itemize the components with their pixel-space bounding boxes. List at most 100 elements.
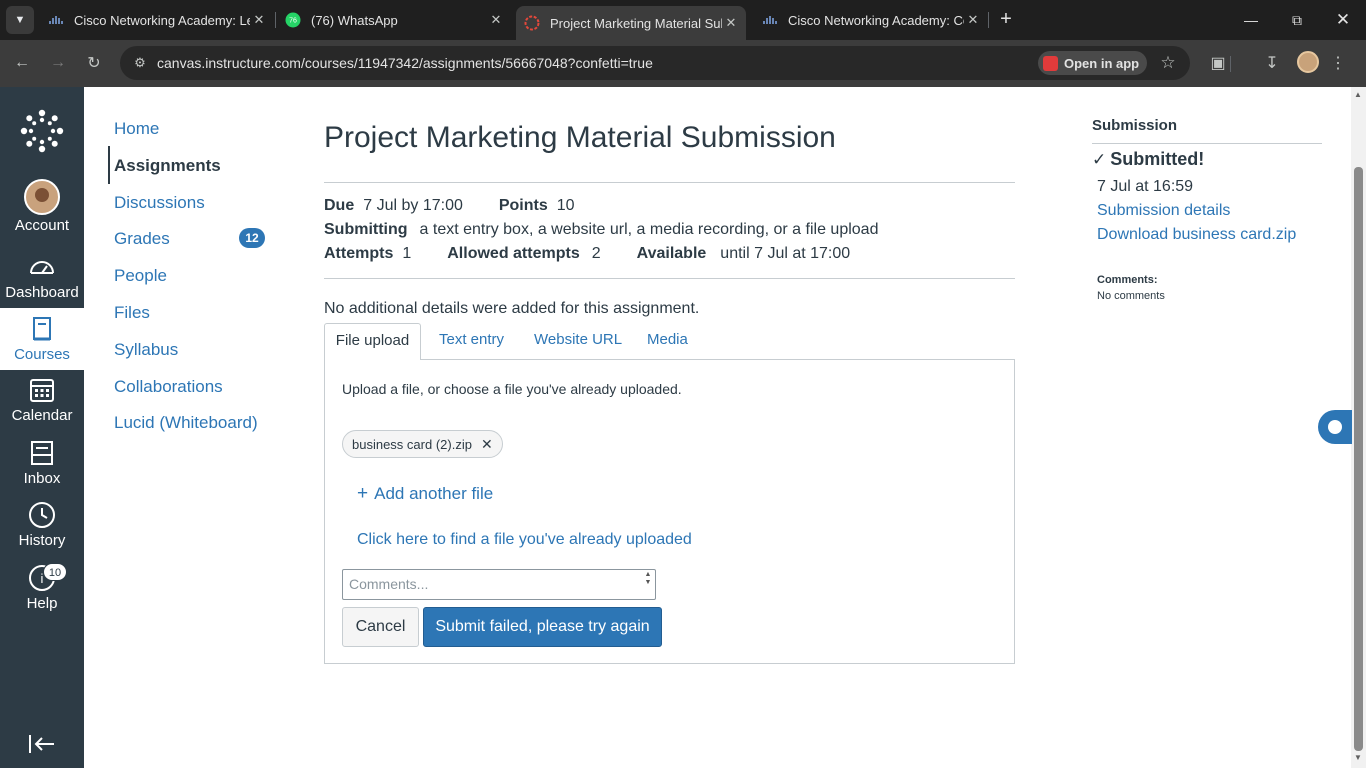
assignment-content: Project Marketing Material Submission Du… [324,87,1015,768]
site-info-icon[interactable]: ⚙ [130,53,150,73]
bookmark-star-icon[interactable]: ☆ [1156,51,1180,75]
browser-tab-cisco-1[interactable]: Cisco Networking Academy: Learn ✕ [48,0,268,40]
tab-divider [988,12,989,28]
download-file-link[interactable]: Download business card.zip [1097,226,1296,244]
inbox-icon [31,441,53,465]
tab-title: Cisco Networking Academy: Course [788,12,964,28]
global-nav-help[interactable]: i 10 Help [0,563,84,625]
new-tab-plus-icon[interactable]: + [994,8,1018,32]
comments-field[interactable] [342,569,656,600]
due-label: Due [324,197,355,214]
svg-text:76: 76 [289,18,297,25]
canvas-icon [524,15,540,31]
grades-badge: 12 [239,228,265,248]
page-title: Project Marketing Material Submission [324,121,836,154]
tab-title: Cisco Networking Academy: Learn [74,12,250,28]
collapse-nav-icon[interactable] [28,733,56,755]
assignment-meta-row-3: Attempts 1 Allowed attempts 2 Available … [324,243,886,265]
global-nav-inbox[interactable]: Inbox [0,438,84,500]
tab-close-icon[interactable]: ✕ [250,12,268,28]
submitting-label: Submitting [324,221,408,238]
global-nav-label: History [18,532,66,549]
global-nav-history[interactable]: History [0,500,84,562]
tab-media[interactable]: Media [647,323,688,360]
tab-website-url[interactable]: Website URL [534,323,622,360]
course-nav-files[interactable]: Files [114,303,150,323]
open-in-app-button[interactable]: Open in app [1038,51,1148,75]
chat-bubble-icon [1328,420,1342,434]
points-label: Points [498,197,548,214]
restore-icon[interactable]: ⧉ [1274,0,1320,40]
cancel-button[interactable]: Cancel [342,607,419,647]
minimize-icon[interactable]: — [1228,0,1274,40]
attached-file: business card (2).zip ✕ [342,430,503,458]
global-nav-calendar[interactable]: Calendar [0,375,84,437]
add-another-file-link[interactable]: + Add another file [357,483,493,505]
browser-tab-cisco-2[interactable]: Cisco Networking Academy: Course ✕ [762,0,982,40]
browser-tabstrip: ▼ Cisco Networking Academy: Learn ✕ 76 (… [0,0,1366,40]
tab-title: (76) WhatsApp [311,12,398,28]
course-nav-grades[interactable]: Grades [114,229,170,249]
remove-file-icon[interactable]: ✕ [481,436,493,453]
submission-time: 7 Jul at 16:59 [1097,178,1194,195]
calendar-icon [30,379,54,402]
address-bar[interactable]: ⚙ canvas.instructure.com/courses/1194734… [120,46,1190,80]
submission-status-text: Submitted! [1110,149,1205,169]
assignment-meta-row-2: Submitting a text entry box, a website u… [324,219,914,241]
canvas-logo-icon[interactable] [20,109,64,153]
history-icon [29,502,55,528]
forward-arrow-icon[interactable]: → [44,49,72,77]
course-nav-home[interactable]: Home [114,119,159,139]
tab-file-upload[interactable]: File upload [324,323,421,360]
tab-close-icon[interactable]: ✕ [964,12,982,28]
comments-value: No comments [1097,290,1165,302]
open-in-app-label: Open in app [1064,55,1140,71]
courses-icon [33,317,51,341]
submission-details-link[interactable]: Submission details [1097,202,1230,220]
global-nav-label: Courses [14,346,70,363]
available-value: until 7 Jul at 17:00 [720,245,851,262]
scroll-up-icon[interactable]: ▲ [1354,90,1362,99]
url-text[interactable]: canvas.instructure.com/courses/11947342/… [157,55,653,71]
browser-toolbar: ← → ↻ ⚙ canvas.instructure.com/courses/1… [0,40,1366,87]
allowed-attempts-value: 2 [591,245,601,262]
browser-tab-whatsapp[interactable]: 76 (76) WhatsApp ✕ [285,0,505,40]
floating-chat-button[interactable] [1318,410,1352,444]
cisco-icon [763,16,777,24]
submit-button[interactable]: Submit failed, please try again [423,607,662,647]
tab-text-entry[interactable]: Text entry [439,323,504,360]
course-navigation: Home Assignments Discussions Grades 12 P… [84,87,294,768]
check-icon: ✓ [1092,149,1107,169]
global-nav-account[interactable]: Account [0,179,84,241]
add-another-file-label: Add another file [374,484,494,503]
assignment-meta-row-1: Due 7 Jul by 17:00 Points 10 [324,195,611,217]
browser-menu-icon[interactable]: ⋮ [1324,49,1352,77]
global-nav-label: Calendar [11,407,73,424]
reload-icon[interactable]: ↻ [80,49,108,77]
global-nav-dashboard[interactable]: Dashboard [0,252,84,314]
find-uploaded-file-link[interactable]: Click here to find a file you've already… [357,531,692,549]
tab-title: Project Marketing Material Submission [550,15,722,31]
tab-search-chevron-icon[interactable]: ▼ [6,6,34,34]
course-nav-lucid[interactable]: Lucid (Whiteboard) [114,413,258,433]
page-scrollbar[interactable]: ▲ ▼ [1351,87,1366,768]
divider [1092,143,1322,144]
course-nav-assignments[interactable]: Assignments [114,156,221,176]
course-nav-people[interactable]: People [114,266,167,286]
tab-close-icon[interactable]: ✕ [722,15,740,31]
submission-heading: Submission [1092,117,1178,134]
scroll-down-icon[interactable]: ▼ [1354,753,1362,762]
global-nav-label: Account [14,217,70,234]
course-nav-discussions[interactable]: Discussions [114,193,205,213]
close-window-icon[interactable]: ✕ [1320,0,1366,40]
course-nav-collaborations[interactable]: Collaborations [114,377,223,397]
tab-close-icon[interactable]: ✕ [487,12,505,28]
browser-tab-canvas-active[interactable]: Project Marketing Material Submission ✕ [516,6,746,40]
profile-avatar[interactable] [1297,51,1319,73]
global-nav-courses[interactable]: Courses [0,308,84,370]
extensions-icon[interactable]: ▣ [1204,49,1232,77]
scrollbar-thumb[interactable] [1354,167,1363,751]
course-nav-syllabus[interactable]: Syllabus [114,340,178,360]
download-icon[interactable]: ↧ [1258,49,1286,77]
back-arrow-icon[interactable]: ← [8,49,36,77]
